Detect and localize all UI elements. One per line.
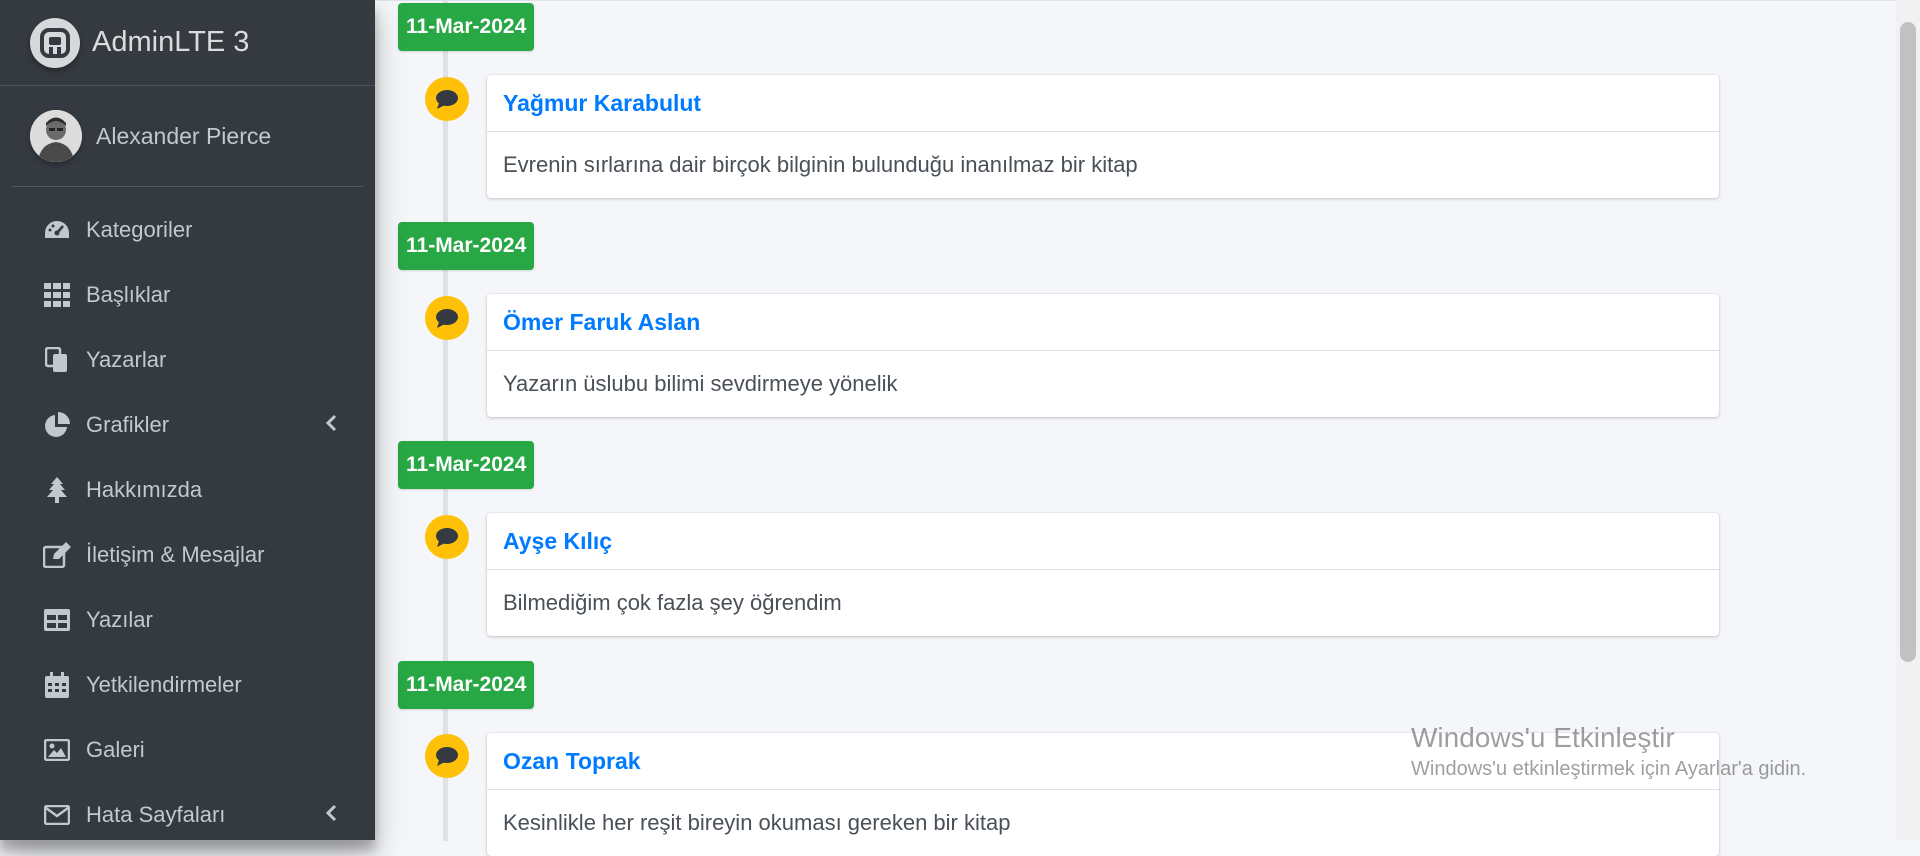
timeline-item: Ömer Faruk Aslan Yazarın üslubu bilimi s… [487,294,1719,417]
pie-chart-icon [42,410,72,440]
sidebar-item-basliklar[interactable]: Başlıklar [0,262,375,327]
brand-name: AdminLTE 3 [92,26,250,58]
timeline-line [443,1,448,841]
sidebar-nav: Kategoriler Başlıklar Yazarlar Grafikler [0,187,375,840]
timeline-header: Yağmur Karabulut [487,75,1719,132]
user-panel[interactable]: Alexander Pierce [12,86,363,187]
comment-text: Yazarın üslubu bilimi sevdirmeye yönelik [503,371,898,396]
timeline-content: 11-Mar-2024 Yağmur Karabulut Evrenin sır… [375,0,1896,856]
comment-icon [425,296,469,340]
edit-icon [42,540,72,570]
time-label: 11-Mar-2024 [398,222,535,270]
user-name[interactable]: Alexander Pierce [96,123,271,150]
sidebar-item-label: Başlıklar [86,281,171,307]
author-link[interactable]: Ozan Toprak [503,748,641,775]
timeline-item: Yağmur Karabulut Evrenin sırlarına dair … [487,75,1719,198]
sidebar-item-label: Galeri [86,736,145,762]
envelope-icon [42,800,72,830]
sidebar-item-label: Yazılar [86,606,153,632]
sidebar-item-hakkimizda[interactable]: Hakkımızda [0,457,375,522]
timeline-header: Ayşe Kılıç [487,513,1719,570]
author-link[interactable]: Ömer Faruk Aslan [503,309,700,336]
comment-icon [425,734,469,778]
comment-text: Kesinlikle her reşit bireyin okuması ger… [503,810,1011,835]
adminlte-logo-icon [30,17,80,68]
chevron-left-icon[interactable] [325,414,337,437]
comment-text: Bilmediğim çok fazla şey öğrendim [503,590,842,615]
sidebar-item-label: Grafikler [86,411,170,437]
time-label: 11-Mar-2024 [398,661,535,709]
sidebar-item-label: İletişim & Mesajlar [86,541,265,567]
main-sidebar: AdminLTE 3 Alexander Pierce Kategoriler [0,0,375,840]
time-label: 11-Mar-2024 [398,3,535,51]
sidebar-item-galeri[interactable]: Galeri [0,717,375,782]
timeline-header: Ömer Faruk Aslan [487,294,1719,351]
timeline-header: Ozan Toprak [487,733,1719,790]
comment-text: Evrenin sırlarına dair birçok bilginin b… [503,152,1138,177]
tachometer-icon [42,215,72,245]
copy-icon [42,345,72,375]
sidebar-item-yetkilendirmeler[interactable]: Yetkilendirmeler [0,652,375,717]
calendar-icon [42,670,72,700]
table-icon [42,605,72,635]
vertical-scrollbar[interactable] [1896,0,1920,840]
timeline-item: Ayşe Kılıç Bilmediğim çok fazla şey öğre… [487,513,1719,636]
sidebar-item-grafikler[interactable]: Grafikler [0,392,375,457]
brand-link[interactable]: AdminLTE 3 [0,0,375,86]
comment-icon [425,77,469,121]
tree-icon [42,475,72,505]
chevron-left-icon[interactable] [325,804,337,827]
sidebar-item-label: Kategoriler [86,216,193,242]
author-link[interactable]: Ayşe Kılıç [503,528,612,555]
timeline-item: Ozan Toprak Kesinlikle her reşit bireyin… [487,733,1719,856]
sidebar-item-label: Yetkilendirmeler [86,671,242,697]
sidebar-item-label: Yazarlar [86,346,167,372]
comment-icon [425,515,469,559]
sidebar-item-kategoriler[interactable]: Kategoriler [0,197,375,262]
time-label: 11-Mar-2024 [398,441,535,489]
sidebar-item-label: Hata Sayfaları [86,801,226,827]
sidebar-item-yazilar[interactable]: Yazılar [0,587,375,652]
grid-icon [42,280,72,310]
sidebar-item-hata-sayfalari[interactable]: Hata Sayfaları [0,782,375,840]
image-icon [42,735,72,765]
scrollbar-thumb[interactable] [1900,22,1916,662]
sidebar-item-yazarlar[interactable]: Yazarlar [0,327,375,392]
sidebar-item-iletisim[interactable]: İletişim & Mesajlar [0,522,375,587]
author-link[interactable]: Yağmur Karabulut [503,90,701,117]
sidebar-item-label: Hakkımızda [86,476,203,502]
user-avatar[interactable] [30,110,82,162]
